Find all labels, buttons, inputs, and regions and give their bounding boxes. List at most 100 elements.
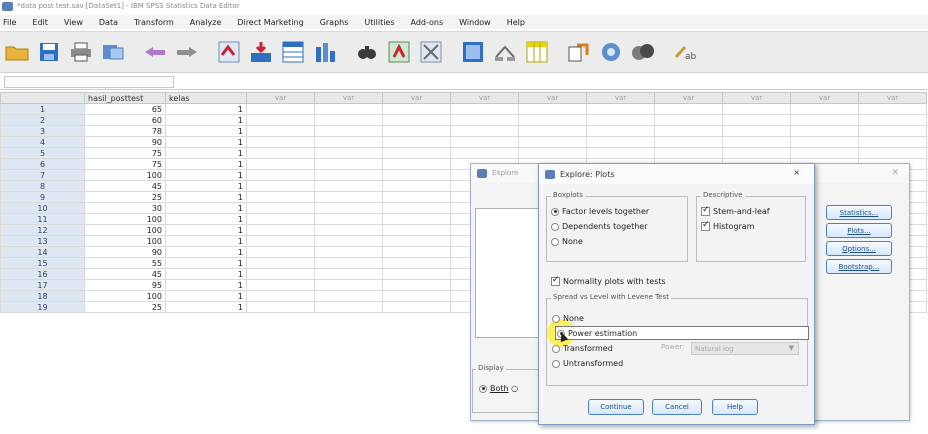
empty-cell[interactable]: [314, 202, 383, 214]
dialog-recall-icon[interactable]: [100, 39, 126, 65]
empty-cell[interactable]: [790, 103, 859, 115]
cell-kelas[interactable]: 1: [165, 158, 247, 170]
empty-cell[interactable]: [790, 114, 859, 126]
empty-cell[interactable]: [246, 114, 315, 126]
empty-cell[interactable]: [790, 125, 859, 137]
power-dropdown[interactable]: Natural log ▼: [691, 342, 799, 355]
cell-kelas[interactable]: 1: [165, 257, 247, 269]
cell-hasil-posttest[interactable]: 100: [84, 213, 166, 225]
empty-cell[interactable]: [654, 103, 723, 115]
empty-cell[interactable]: [382, 279, 451, 291]
empty-cell[interactable]: [246, 136, 315, 148]
empty-cell[interactable]: [450, 114, 519, 126]
cell-kelas[interactable]: 1: [165, 235, 247, 247]
empty-cell[interactable]: [858, 103, 927, 115]
cell-kelas[interactable]: 1: [165, 301, 247, 313]
empty-cell[interactable]: [654, 147, 723, 159]
transformed-radio[interactable]: Transformed: [552, 344, 613, 353]
empty-cell[interactable]: [246, 180, 315, 192]
row-header[interactable]: 3: [0, 125, 85, 137]
cell-hasil-posttest[interactable]: 100: [84, 224, 166, 236]
cell-hasil-posttest[interactable]: 25: [84, 191, 166, 203]
split-file-icon[interactable]: [460, 39, 486, 65]
open-folder-icon[interactable]: [4, 39, 30, 65]
cell-hasil-posttest[interactable]: 95: [84, 279, 166, 291]
empty-cell[interactable]: [382, 202, 451, 214]
empty-cell[interactable]: [246, 169, 315, 181]
empty-cell[interactable]: [722, 125, 791, 137]
variable-list[interactable]: [475, 208, 545, 338]
empty-cell[interactable]: [314, 125, 383, 137]
cell-hasil-posttest[interactable]: 65: [84, 103, 166, 115]
empty-cell[interactable]: [246, 202, 315, 214]
row-header[interactable]: 16: [0, 268, 85, 280]
empty-cell[interactable]: [858, 136, 927, 148]
power-estimation-radio[interactable]: Power estimation: [557, 329, 637, 338]
empty-cell[interactable]: [518, 103, 587, 115]
empty-cell[interactable]: [858, 114, 927, 126]
boxplot-none-radio[interactable]: None: [551, 237, 583, 246]
menu-transform[interactable]: Transform: [126, 18, 182, 27]
empty-cell[interactable]: [314, 136, 383, 148]
empty-cell[interactable]: [246, 301, 315, 313]
empty-cell[interactable]: [314, 158, 383, 170]
empty-cell[interactable]: [654, 114, 723, 126]
cell-hasil-posttest[interactable]: 45: [84, 180, 166, 192]
save-icon[interactable]: [36, 39, 62, 65]
empty-cell[interactable]: [246, 103, 315, 115]
empty-cell[interactable]: [314, 290, 383, 302]
row-header[interactable]: 17: [0, 279, 85, 291]
menu-window[interactable]: Window: [451, 18, 499, 27]
column-header-var[interactable]: var: [314, 92, 383, 104]
empty-cell[interactable]: [382, 158, 451, 170]
empty-cell[interactable]: [314, 246, 383, 258]
histogram-checkbox[interactable]: Histogram: [701, 220, 755, 231]
normality-plots-checkbox[interactable]: Normality plots with tests: [551, 275, 666, 286]
empty-cell[interactable]: [246, 235, 315, 247]
empty-cell[interactable]: [586, 136, 655, 148]
empty-cell[interactable]: [314, 169, 383, 181]
insert-cases-icon[interactable]: [386, 39, 412, 65]
show-all-icon[interactable]: [630, 39, 656, 65]
menu-help[interactable]: Help: [499, 18, 533, 27]
undo-icon[interactable]: [142, 39, 168, 65]
empty-cell[interactable]: [654, 125, 723, 137]
cell-kelas[interactable]: 1: [165, 268, 247, 280]
empty-cell[interactable]: [518, 114, 587, 126]
row-header[interactable]: 11: [0, 213, 85, 225]
empty-cell[interactable]: [382, 136, 451, 148]
empty-cell[interactable]: [518, 136, 587, 148]
empty-cell[interactable]: [382, 180, 451, 192]
bootstrap-button[interactable]: Bootstrap...: [826, 259, 892, 274]
empty-cell[interactable]: [654, 136, 723, 148]
row-header[interactable]: 15: [0, 257, 85, 269]
empty-cell[interactable]: [586, 103, 655, 115]
row-header[interactable]: 18: [0, 290, 85, 302]
stem-and-leaf-checkbox[interactable]: Stem-and-leaf: [701, 205, 770, 216]
cell-kelas[interactable]: 1: [165, 136, 247, 148]
spread-none-radio[interactable]: None: [552, 314, 584, 323]
empty-cell[interactable]: [450, 103, 519, 115]
empty-cell[interactable]: [382, 257, 451, 269]
goto-case-icon[interactable]: [216, 39, 242, 65]
empty-cell[interactable]: [382, 103, 451, 115]
empty-cell[interactable]: [722, 147, 791, 159]
continue-button[interactable]: Continue: [588, 399, 644, 415]
column-header-var[interactable]: var: [722, 92, 791, 104]
cell-kelas[interactable]: 1: [165, 279, 247, 291]
corner-cell[interactable]: [0, 92, 85, 104]
row-header[interactable]: 5: [0, 147, 85, 159]
column-header-var[interactable]: var: [518, 92, 587, 104]
empty-cell[interactable]: [382, 125, 451, 137]
options-button[interactable]: Options...: [826, 241, 892, 256]
empty-cell[interactable]: [246, 147, 315, 159]
cell-hasil-posttest[interactable]: 55: [84, 257, 166, 269]
boxplot-dependents-radio[interactable]: Dependents together: [551, 222, 648, 231]
redo-icon[interactable]: [174, 39, 200, 65]
empty-cell[interactable]: [382, 169, 451, 181]
goto-variable-icon[interactable]: [248, 39, 274, 65]
column-header-hasil-posttest[interactable]: hasil_posttest: [84, 92, 166, 104]
row-header[interactable]: 8: [0, 180, 85, 192]
empty-cell[interactable]: [382, 191, 451, 203]
cell-kelas[interactable]: 1: [165, 191, 247, 203]
